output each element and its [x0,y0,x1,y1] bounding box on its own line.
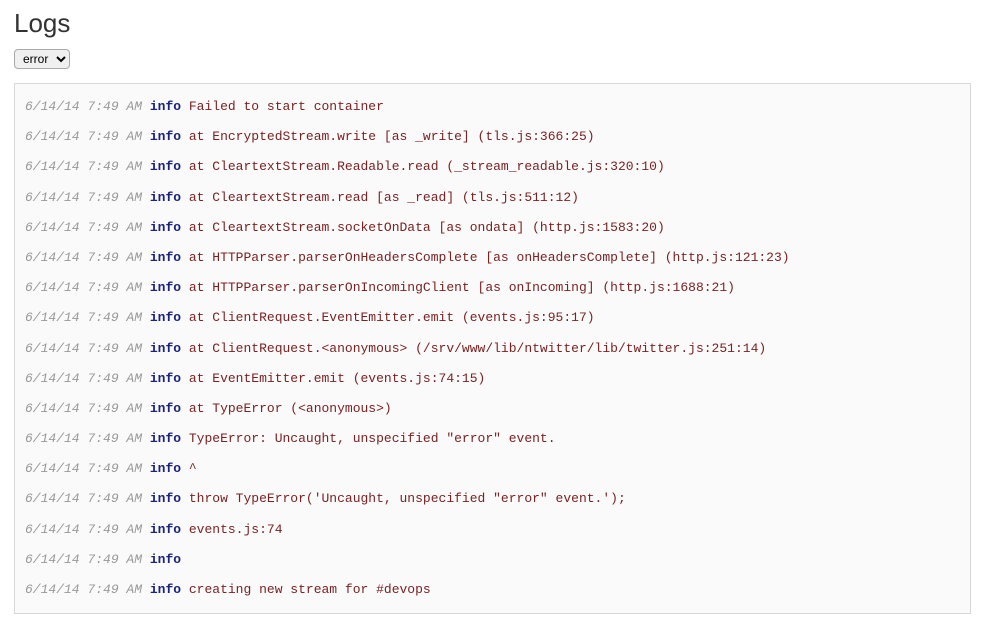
log-timestamp: 6/14/14 7:49 AM [25,99,142,114]
log-line: 6/14/14 7:49 AM info at HTTPParser.parse… [25,273,960,303]
log-message: TypeError: Uncaught, unspecified "error"… [189,431,556,446]
log-level: info [150,159,181,174]
log-timestamp: 6/14/14 7:49 AM [25,401,142,416]
log-timestamp: 6/14/14 7:49 AM [25,371,142,386]
log-line: 6/14/14 7:49 AM info [25,545,960,575]
log-timestamp: 6/14/14 7:49 AM [25,522,142,537]
log-level: info [150,552,181,567]
log-message: at TypeError (<anonymous>) [189,401,392,416]
log-message: at CleartextStream.Readable.read (_strea… [189,159,665,174]
log-line: 6/14/14 7:49 AM info at CleartextStream.… [25,213,960,243]
log-level: info [150,461,181,476]
log-line: 6/14/14 7:49 AM info ^ [25,454,960,484]
log-line: 6/14/14 7:49 AM info at ClientRequest.<a… [25,334,960,364]
log-level: info [150,491,181,506]
log-timestamp: 6/14/14 7:49 AM [25,341,142,356]
log-level: info [150,99,181,114]
log-timestamp: 6/14/14 7:49 AM [25,280,142,295]
log-message: at ClientRequest.EventEmitter.emit (even… [189,310,595,325]
log-level: info [150,341,181,356]
log-message: events.js:74 [189,522,283,537]
log-message: at CleartextStream.socketOnData [as onda… [189,220,665,235]
log-level: info [150,522,181,537]
log-level: info [150,280,181,295]
log-filter-select[interactable]: error [14,49,70,69]
page-title: Logs [14,8,971,39]
log-timestamp: 6/14/14 7:49 AM [25,190,142,205]
log-timestamp: 6/14/14 7:49 AM [25,431,142,446]
log-line: 6/14/14 7:49 AM info at CleartextStream.… [25,152,960,182]
log-line: 6/14/14 7:49 AM info at HTTPParser.parse… [25,243,960,273]
log-message: at HTTPParser.parserOnHeadersComplete [a… [189,250,790,265]
log-message: throw TypeError('Uncaught, unspecified "… [189,491,626,506]
log-line: 6/14/14 7:49 AM info at EventEmitter.emi… [25,364,960,394]
log-level: info [150,401,181,416]
log-timestamp: 6/14/14 7:49 AM [25,159,142,174]
log-line: 6/14/14 7:49 AM info at ClientRequest.Ev… [25,303,960,333]
log-level: info [150,250,181,265]
log-message: Failed to start container [189,99,384,114]
log-level: info [150,371,181,386]
log-line: 6/14/14 7:49 AM info TypeError: Uncaught… [25,424,960,454]
log-message: at EventEmitter.emit (events.js:74:15) [189,371,485,386]
log-line: 6/14/14 7:49 AM info at EncryptedStream.… [25,122,960,152]
log-message: ^ [189,461,197,476]
log-line: 6/14/14 7:49 AM info at CleartextStream.… [25,183,960,213]
log-timestamp: 6/14/14 7:49 AM [25,129,142,144]
log-message: at CleartextStream.read [as _read] (tls.… [189,190,579,205]
log-message: at EncryptedStream.write [as _write] (tl… [189,129,595,144]
log-level: info [150,310,181,325]
log-timestamp: 6/14/14 7:49 AM [25,552,142,567]
log-timestamp: 6/14/14 7:49 AM [25,310,142,325]
log-line: 6/14/14 7:49 AM info creating new stream… [25,575,960,605]
log-timestamp: 6/14/14 7:49 AM [25,250,142,265]
log-level: info [150,190,181,205]
log-level: info [150,431,181,446]
log-timestamp: 6/14/14 7:49 AM [25,220,142,235]
log-timestamp: 6/14/14 7:49 AM [25,461,142,476]
log-line: 6/14/14 7:49 AM info Failed to start con… [25,92,960,122]
log-level: info [150,129,181,144]
log-message: at ClientRequest.<anonymous> (/srv/www/l… [189,341,766,356]
log-message: at HTTPParser.parserOnIncomingClient [as… [189,280,735,295]
log-line: 6/14/14 7:49 AM info throw TypeError('Un… [25,484,960,514]
log-level: info [150,220,181,235]
log-timestamp: 6/14/14 7:49 AM [25,491,142,506]
log-container: 6/14/14 7:49 AM info Failed to start con… [14,83,971,614]
log-line: 6/14/14 7:49 AM info events.js:74 [25,515,960,545]
log-line: 6/14/14 7:49 AM info at TypeError (<anon… [25,394,960,424]
